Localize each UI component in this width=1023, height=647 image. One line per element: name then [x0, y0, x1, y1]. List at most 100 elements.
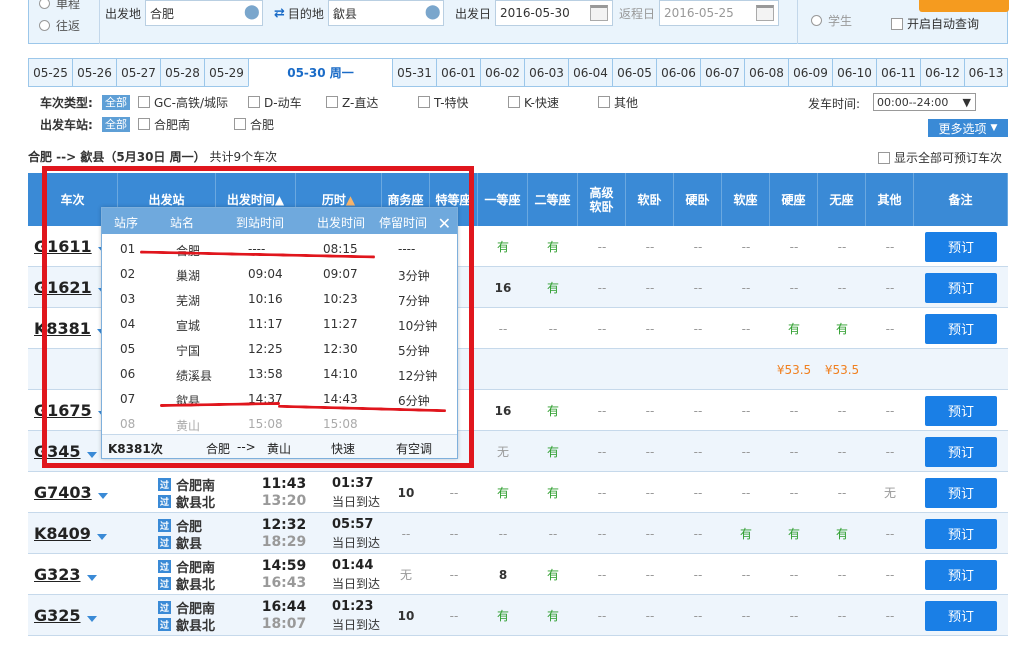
book-button[interactable]: 预订 — [925, 272, 997, 303]
depart-time-select[interactable]: 00:00--24:00 ▼ — [873, 93, 976, 111]
caret-down-icon[interactable] — [86, 615, 97, 622]
train-type-option[interactable]: D-动车 — [248, 94, 326, 111]
seat-cell: -- — [789, 403, 799, 418]
filter-all-types[interactable]: 全部 — [102, 94, 130, 110]
train-number-link[interactable]: G323 — [34, 565, 81, 584]
train-type-option[interactable]: GC-高铁/城际 — [138, 94, 248, 111]
date-tab[interactable]: 06-10 — [832, 58, 876, 87]
train-number[interactable]: G325 — [34, 595, 114, 636]
column-header-soft-sleeper[interactable]: 软卧 — [626, 173, 674, 226]
date-tab[interactable]: 06-07 — [700, 58, 744, 87]
seat-cell: -- — [741, 485, 751, 500]
auto-query-toggle[interactable]: 开启自动查询 — [891, 15, 979, 32]
train-number[interactable]: G7403 — [34, 472, 114, 513]
book-button[interactable]: 预订 — [925, 231, 997, 262]
book-button[interactable]: 预订 — [925, 436, 997, 467]
caret-down-icon[interactable] — [96, 533, 107, 540]
column-header-hard-seat[interactable]: 硬座 — [770, 173, 818, 226]
train-type-filter: 车次类型: 全部 GC-高铁/城际 D-动车 Z-直达 T-特快 K-快速 其他 — [40, 93, 658, 111]
date-tab[interactable]: 05-28 — [160, 58, 204, 87]
train-number[interactable]: K8409 — [34, 513, 114, 554]
return-date-input[interactable]: 2016-05-25 — [659, 0, 780, 26]
from-input[interactable]: 合肥 ⬤ — [145, 0, 264, 26]
filter-all-stations[interactable]: 全部 — [102, 116, 130, 132]
book-button[interactable]: 预订 — [925, 559, 997, 590]
date-tab[interactable]: 05-31 — [392, 58, 436, 87]
seat-cell: 有 — [546, 445, 559, 459]
book-button[interactable]: 预订 — [925, 313, 997, 344]
depart-date-input[interactable]: 2016-05-30 — [495, 0, 614, 26]
option-label: 合肥南 — [154, 117, 191, 132]
station-pair: 过合肥南过歙县北 — [154, 472, 244, 513]
caret-down-icon[interactable] — [86, 574, 97, 581]
date-tab[interactable]: 06-06 — [656, 58, 700, 87]
location-pin-icon: ⬤ — [244, 4, 260, 20]
column-header-other[interactable]: 其他 — [866, 173, 914, 226]
query-button[interactable] — [919, 0, 1009, 12]
date-tab[interactable]: 06-11 — [876, 58, 920, 87]
to-input[interactable]: 歙县 ⬤ — [327, 0, 444, 26]
more-options-button[interactable]: 更多选项 ▼ — [928, 119, 1008, 137]
swap-icon[interactable]: ⇄ — [274, 6, 285, 21]
train-number-link[interactable]: G7403 — [34, 483, 92, 502]
date-tab[interactable]: 06-09 — [788, 58, 832, 87]
seat-cell: 无 — [883, 486, 896, 500]
to-station-name: 歙县北 — [176, 618, 216, 634]
seat-cell: -- — [885, 280, 895, 295]
date-tab[interactable]: 06-03 — [524, 58, 568, 87]
train-type-option[interactable]: K-快速 — [508, 94, 598, 111]
train-type-option[interactable]: 其他 — [598, 94, 658, 111]
date-tab[interactable]: 05-30 周一 — [248, 58, 392, 87]
date-tab[interactable]: 05-25 — [28, 58, 72, 87]
table-row: K8409 过合肥过歙县 12:32 18:29 05:57 当日到达 -- -- -- -- --… — [28, 513, 1008, 554]
seat-cell: 有 — [546, 281, 559, 295]
train-number-link[interactable]: K8409 — [34, 524, 91, 543]
seat-cell: -- — [645, 608, 655, 623]
checkbox-icon — [891, 17, 903, 30]
seat-cell: 有 — [496, 609, 509, 623]
date-tab[interactable]: 05-29 — [204, 58, 248, 87]
book-button[interactable]: 预订 — [925, 518, 997, 549]
arrive-note: 当日到达 — [332, 494, 381, 509]
train-type-option[interactable]: Z-直达 — [326, 94, 418, 111]
date-tab[interactable]: 05-27 — [116, 58, 160, 87]
train-type-option[interactable]: T-特快 — [418, 94, 508, 111]
station-pair: 过合肥过歙县 — [154, 513, 244, 554]
station-option[interactable]: 合肥 — [234, 116, 294, 133]
radio-icon — [39, 0, 50, 9]
column-header-hard-sleeper[interactable]: 硬卧 — [674, 173, 722, 226]
train-number[interactable]: G323 — [34, 554, 114, 595]
radio-icon — [39, 19, 50, 31]
seat-cell: -- — [645, 239, 655, 254]
calendar-icon[interactable] — [756, 5, 775, 21]
student-radio[interactable]: 学生 — [811, 9, 852, 31]
column-header-second[interactable]: 二等座 — [528, 173, 578, 226]
date-tab[interactable]: 06-05 — [612, 58, 656, 87]
seat-cell: -- — [645, 403, 655, 418]
train-number-link[interactable]: G325 — [34, 606, 81, 625]
book-button[interactable]: 预订 — [925, 395, 997, 426]
book-button[interactable]: 预订 — [925, 477, 997, 508]
station-option[interactable]: 合肥南 — [138, 116, 234, 133]
caret-down-icon[interactable] — [97, 492, 108, 499]
seat-cell: -- — [597, 403, 607, 418]
seat-cell: -- — [645, 280, 655, 295]
calendar-icon[interactable] — [590, 5, 609, 21]
column-header-soft-seat[interactable]: 软座 — [722, 173, 770, 226]
date-tab[interactable]: 06-08 — [744, 58, 788, 87]
column-header-senior-sleeper[interactable]: 高级软卧 — [578, 173, 626, 226]
column-header-first[interactable]: 一等座 — [478, 173, 528, 226]
date-tab[interactable]: 06-13 — [964, 58, 1008, 87]
column-header-remark[interactable]: 备注 — [914, 173, 1008, 226]
duration-value: 01:37 — [332, 475, 374, 491]
date-tab[interactable]: 06-01 — [436, 58, 480, 87]
date-tab[interactable]: 06-04 — [568, 58, 612, 87]
dropdown-arrow-icon: ▼ — [962, 95, 971, 109]
show-all-toggle[interactable]: 显示全部可预订车次 — [878, 149, 1002, 166]
book-button[interactable]: 预订 — [925, 600, 997, 631]
date-tab[interactable]: 06-02 — [480, 58, 524, 87]
column-header-no-seat[interactable]: 无座 — [818, 173, 866, 226]
date-tab[interactable]: 05-26 — [72, 58, 116, 87]
seat-cell: -- — [885, 403, 895, 418]
date-tab[interactable]: 06-12 — [920, 58, 964, 87]
